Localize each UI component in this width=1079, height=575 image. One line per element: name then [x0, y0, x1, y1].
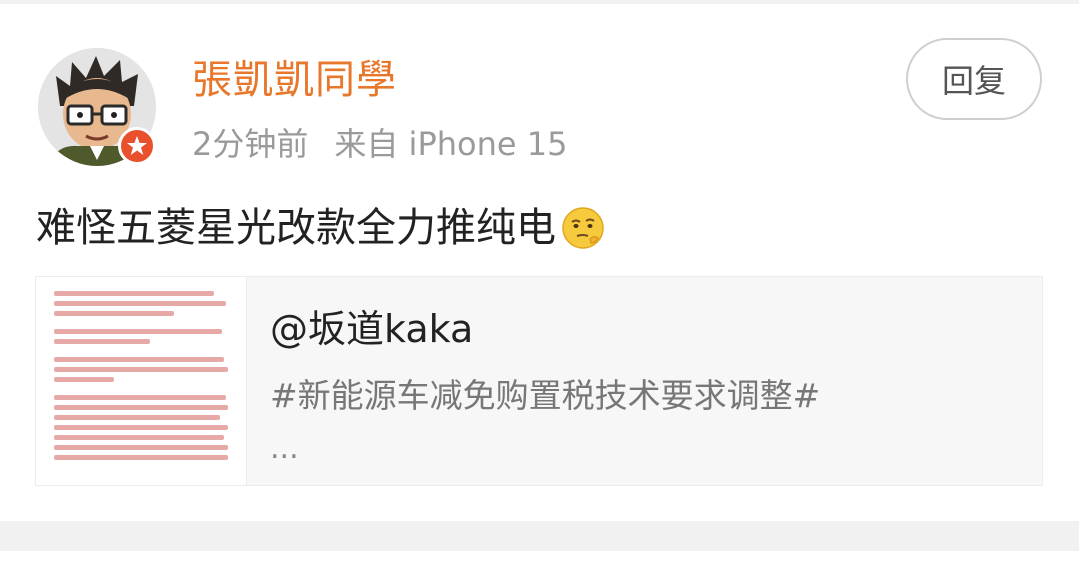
- post-source: 来自 iPhone 15: [334, 125, 568, 163]
- post-time: 2分钟前: [192, 125, 309, 163]
- verified-badge-icon: [118, 127, 156, 165]
- thinking-face-emoji-icon: [560, 205, 606, 251]
- document-thumbnail: [36, 277, 247, 485]
- reply-button[interactable]: 回复: [906, 38, 1042, 120]
- post-content: 难怪五菱星光改款全力推纯电: [36, 200, 606, 256]
- username[interactable]: 張凱凱同學: [192, 52, 397, 108]
- quoted-author[interactable]: @坂道kaka: [270, 303, 473, 355]
- quoted-post-card[interactable]: @坂道kaka #新能源车减免购置税技术要求调整# ...: [35, 276, 1043, 486]
- post-meta: 2分钟前 来自 iPhone 15: [192, 120, 567, 168]
- truncation-ellipsis: ...: [270, 431, 299, 466]
- top-divider: [0, 0, 1079, 4]
- post-text: 难怪五菱星光改款全力推纯电: [36, 205, 556, 251]
- topic-hashtag[interactable]: #新能源车减免购置税技术要求调整#: [270, 373, 820, 419]
- next-section-edge: [0, 551, 1079, 575]
